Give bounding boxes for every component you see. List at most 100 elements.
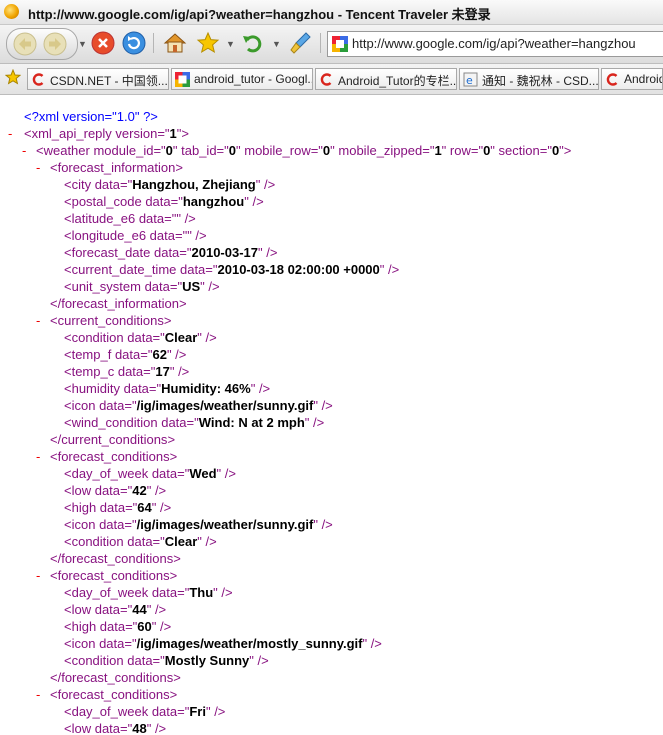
xml-tag-close: /> [384,262,400,277]
bookmark-tab[interactable]: android_tutor - Googl... [171,68,313,90]
xml-attribute-value: Clear [164,330,198,345]
undo-icon[interactable] [240,30,266,56]
back-icon[interactable] [13,32,37,56]
xml-tag: <high [64,500,97,515]
xml-tag-close: > [181,126,189,141]
stop-icon[interactable] [90,30,116,56]
xml-element-line: <condition data="Clear" /> [64,533,217,550]
xml-attribute-value: 1 [169,126,177,141]
xml-tag-close: /> [221,466,236,481]
xml-tag-close: /> [201,330,217,345]
xml-element-line: <day_of_week data="Wed" /> [64,465,236,482]
xml-tag: <day_of_week [64,466,149,481]
xml-element-line: <forecast_date data="2010-03-17" /> [64,244,277,261]
collapse-toggle[interactable]: - [36,312,40,329]
xml-tag: <icon [64,398,96,413]
bookmark-tab[interactable]: Android_Tutor的专栏... [315,68,457,90]
collapse-toggle[interactable]: - [8,125,12,142]
xml-attribute-value: Fri [189,704,206,719]
xml-element-line: <postal_code data="hangzhou" /> [64,193,264,210]
xml-tag: <temp_c [64,364,115,379]
xml-element-line: <unit_system data="US" /> [64,278,220,295]
xml-tag-close: /> [174,364,190,379]
xml-attribute-name: mobile_row=" [240,143,323,158]
xml-tag-close: /> [180,211,196,226]
xml-attribute-value: 0 [228,143,236,158]
home-icon[interactable] [162,30,188,56]
title-bar: http://www.google.com/ig/api?weather=han… [0,0,663,25]
undo-dropdown-icon[interactable]: ▼ [272,39,281,49]
xml-attribute-value: Hangzhou, Zhejiang [132,177,256,192]
xml-attribute-name: data=" [176,262,218,277]
bookmark-tab[interactable]: CSDN.NET - 中国领... [27,68,169,90]
nav-group [6,28,78,60]
csdn-icon [31,72,46,87]
xml-tag-close: /> [317,517,333,532]
refresh-icon[interactable] [121,30,147,56]
xml-attribute-name: data=" [95,398,137,413]
xml-tag: </forecast_information [50,296,179,311]
google-icon [175,72,190,87]
xml-element-line: <forecast_information> [50,159,183,176]
bookmark-tab[interactable]: e 通知 - 魏祝林 - CSD... [459,68,599,90]
xml-element-line: </forecast_conditions> [50,669,181,686]
xml-attribute-name: data=" [91,721,133,735]
xml-tag-close: > [173,551,181,566]
xml-element-line: <temp_f data="62" /> [64,346,186,363]
collapse-toggle[interactable]: - [36,686,40,703]
xml-attribute-value: 44 [132,602,147,617]
xml-attribute-value: 60 [137,619,152,634]
collapse-toggle[interactable]: - [36,567,40,584]
collapse-toggle[interactable]: - [22,142,26,159]
xml-tag-close: /> [262,245,278,260]
xml-attribute-name: tab_id=" [177,143,229,158]
collapse-toggle[interactable]: - [36,159,40,176]
xml-element-line: <icon data="/ig/images/weather/sunny.gif… [64,397,333,414]
xml-tag: <low [64,483,92,498]
forward-icon[interactable] [43,32,67,56]
xml-element-line: <low data="44" /> [64,601,166,618]
favorites-dropdown-icon[interactable]: ▼ [226,39,235,49]
xml-tag: </forecast_conditions [50,670,174,685]
xml-viewer: <?xml version="1.0" ?> - <xml_api_reply v… [0,95,663,735]
xml-tag: <day_of_week [64,585,149,600]
history-dropdown-icon[interactable]: ▼ [78,39,87,49]
xml-tag-close: /> [151,602,167,617]
xml-attribute-name: data=" [123,534,165,549]
xml-attribute-name: data=" [95,517,137,532]
bookmark-label: 通知 - 魏祝林 - CSD... [482,74,599,88]
xml-tag-close: > [167,432,176,447]
address-url[interactable]: http://www.google.com/ig/api?weather=han… [352,36,636,51]
xml-tag-close: /> [367,636,382,651]
xml-tag: <unit_system [64,279,141,294]
xml-tag: <current_date_time [64,262,177,277]
xml-tag: <condition [64,534,124,549]
xml-tag-close: /> [217,585,233,600]
xml-attribute-value: 0 [165,143,173,158]
address-bar[interactable]: http://www.google.com/ig/api?weather=han… [327,31,663,57]
xml-element-line: <day_of_week data="Thu" /> [64,584,233,601]
xml-tag-close: /> [156,500,172,515]
xml-tag: </forecast_conditions [50,551,174,566]
clean-icon[interactable] [288,30,314,56]
xml-tag-close: > [169,568,178,583]
bookmark-tab[interactable]: Android [601,68,663,90]
svg-text:e: e [466,74,473,87]
xml-tag: <low [64,602,92,617]
xml-attribute-value: Clear [164,534,198,549]
collapse-toggle[interactable]: - [36,448,40,465]
xml-attribute-name: data=" [148,704,190,719]
app-logo-icon [4,4,19,19]
xml-attribute-value: hangzhou [182,194,245,209]
xml-tag: <wind_condition [64,415,158,430]
xml-attribute-name: mobile_zipped=" [334,143,435,158]
favorites-star-icon[interactable] [195,30,221,56]
bookmark-label: android_tutor - Googl... [194,72,313,86]
bookmark-star-icon[interactable] [4,68,22,90]
toolbar-separator [320,33,321,53]
xml-element-line: </current_conditions> [50,431,175,448]
xml-tag: <longitude_e6 [64,228,147,243]
xml-element-line: <high data="64" /> [64,499,171,516]
xml-tag-close: /> [253,653,269,668]
xml-element-line: <day_of_week data="Fri" /> [64,703,225,720]
